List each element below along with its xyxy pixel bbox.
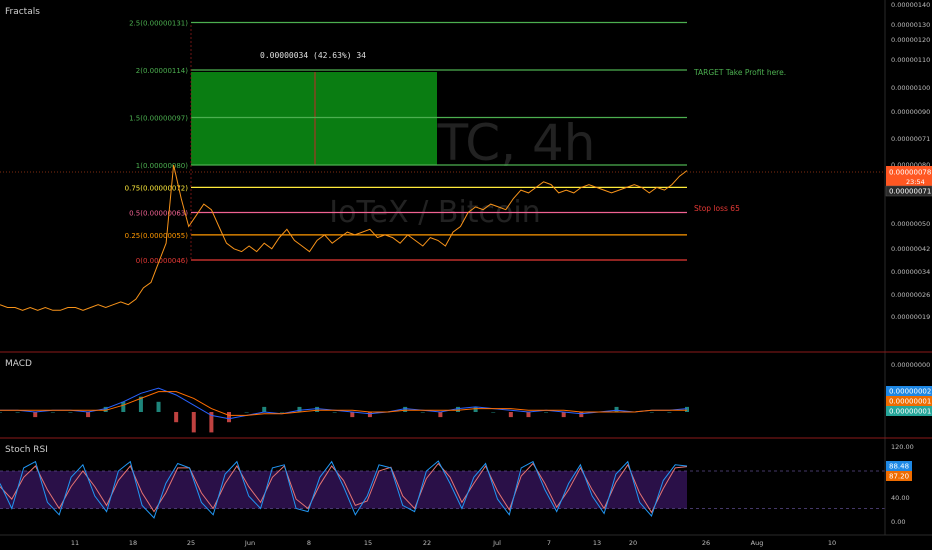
price-tick-label: 0.00000120 bbox=[891, 36, 930, 44]
last-price-tag: 0.00000078 bbox=[886, 166, 932, 177]
fib-level-label: 0.5(0.00000063) bbox=[129, 210, 188, 218]
macd-signal-tag: 0.00000001 bbox=[886, 396, 932, 406]
stop-loss-annotation: Stop loss 65 bbox=[694, 204, 740, 213]
macd-histogram-bar bbox=[244, 412, 249, 413]
fib-level-label: 1.5(0.00000097) bbox=[129, 115, 188, 123]
macd-histogram-tag: 0.00000001 bbox=[886, 406, 932, 416]
price-tick-label: 0.00000034 bbox=[891, 268, 930, 276]
macd-histogram-bar bbox=[315, 406, 320, 412]
fib-level-label: 1(0.00000080) bbox=[136, 162, 188, 170]
time-tick-label: Jun bbox=[244, 539, 255, 547]
panel-title-macd: MACD bbox=[5, 359, 32, 369]
price-tick-label: 0.00000110 bbox=[891, 56, 930, 64]
macd-histogram-bar bbox=[508, 412, 513, 418]
price-tick-label: 0.00000130 bbox=[891, 21, 930, 29]
macd-histogram-bar bbox=[262, 406, 267, 412]
rsi-tick-label: 120.00 bbox=[891, 443, 914, 451]
chart-canvas[interactable]: IOTXBTC, 4h IoTeX / Bitcoin Fractals MAC… bbox=[0, 0, 932, 550]
target-zone-box[interactable] bbox=[191, 72, 437, 165]
time-tick-label: 15 bbox=[364, 539, 372, 547]
panel-title-fractals: Fractals bbox=[5, 7, 40, 17]
macd-histogram-bar bbox=[297, 406, 302, 412]
time-tick-label: 26 bbox=[702, 539, 710, 547]
price-tick-label: 0.00000090 bbox=[891, 108, 930, 116]
macd-histogram-bar bbox=[491, 412, 496, 413]
price-tick-label: 0.00000042 bbox=[891, 245, 930, 253]
macd-histogram-bar bbox=[279, 412, 284, 413]
rsi-d-tag: 87.20 bbox=[886, 471, 912, 481]
macd-histogram-bar bbox=[191, 412, 196, 433]
macd-histogram-bar bbox=[544, 412, 549, 413]
svg-text:0.00000071: 0.00000071 bbox=[889, 188, 931, 196]
measure-annotation: 0.00000034 (42.63%) 34 bbox=[260, 51, 366, 60]
price-tick-label: 0.00000026 bbox=[891, 291, 930, 299]
time-tick-label: 13 bbox=[593, 539, 601, 547]
macd-histogram-bar bbox=[403, 406, 408, 412]
time-tick-label: 8 bbox=[307, 539, 311, 547]
rsi-tick-label: 40.00 bbox=[891, 494, 910, 502]
rsi-tick-label: 0.00 bbox=[891, 518, 905, 526]
price-tick-label: 0.00000071 bbox=[891, 135, 930, 143]
macd-histogram-bar bbox=[15, 412, 20, 413]
macd-histogram-bar bbox=[367, 412, 372, 418]
price-tick-label: 0.00000100 bbox=[891, 84, 930, 92]
time-tick-label: 11 bbox=[71, 539, 79, 547]
price-tick-label: 0.00000140 bbox=[891, 1, 930, 9]
time-tick-label: 22 bbox=[423, 539, 431, 547]
rsi-k-tag: 88.48 bbox=[886, 461, 912, 471]
time-tick-label: 20 bbox=[629, 539, 637, 547]
svg-text:87.20: 87.20 bbox=[889, 473, 909, 481]
time-tick-label: Aug bbox=[751, 539, 764, 547]
fib-level-label: 2.5(0.00000131) bbox=[129, 20, 188, 28]
macd-histogram-bar bbox=[86, 412, 91, 418]
macd-histogram-bar bbox=[649, 412, 654, 413]
countdown-tag: 23:54 bbox=[886, 177, 932, 186]
macd-tick-label: 0.00000000 bbox=[891, 361, 930, 369]
macd-histogram-bar bbox=[614, 406, 619, 412]
macd-histogram-bar bbox=[473, 406, 478, 412]
svg-text:23:54: 23:54 bbox=[906, 178, 925, 186]
macd-histogram-bar bbox=[174, 412, 179, 423]
macd-signal-line[interactable] bbox=[0, 391, 687, 416]
second-price-tag: 0.00000071 bbox=[885, 185, 932, 197]
macd-histogram-bar bbox=[561, 412, 566, 418]
macd-histogram-bar bbox=[685, 406, 689, 412]
macd-histogram-bar bbox=[667, 412, 672, 413]
fib-level-label: 0(0.00000046) bbox=[136, 257, 188, 265]
svg-text:0.00000001: 0.00000001 bbox=[889, 398, 931, 406]
rsi-band bbox=[0, 471, 687, 509]
macd-histogram-bar bbox=[438, 412, 443, 418]
time-tick-label: 18 bbox=[129, 539, 137, 547]
macd-histogram-bar bbox=[350, 412, 355, 418]
fib-level-label: 0.25(0.00000055) bbox=[125, 232, 189, 240]
time-tick-label: 7 bbox=[547, 539, 551, 547]
svg-text:0.00000001: 0.00000001 bbox=[889, 408, 931, 416]
macd-histogram-bar bbox=[0, 412, 2, 413]
macd-histogram-bar bbox=[156, 401, 161, 412]
svg-text:88.48: 88.48 bbox=[889, 463, 909, 471]
macd-histogram-bar bbox=[332, 412, 337, 413]
macd-histogram-bar bbox=[227, 412, 231, 423]
macd-value-tag: 0.00000002 bbox=[886, 386, 932, 396]
price-tick-label: 0.00000019 bbox=[891, 313, 930, 321]
time-tick-label: 25 bbox=[187, 539, 195, 547]
macd-histogram-bar bbox=[121, 401, 126, 412]
svg-text:0.00000078: 0.00000078 bbox=[889, 169, 931, 177]
macd-histogram-bar bbox=[420, 412, 425, 413]
macd-histogram-bar bbox=[50, 412, 55, 413]
price-tick-label: 0.00000050 bbox=[891, 220, 930, 228]
macd-histogram-bar bbox=[579, 412, 584, 418]
fib-level-label: 2(0.00000114) bbox=[136, 67, 188, 75]
time-tick-label: Jul bbox=[492, 539, 501, 547]
macd-histogram-bar bbox=[33, 412, 38, 418]
svg-text:0.00000002: 0.00000002 bbox=[889, 388, 931, 396]
macd-histogram-bar bbox=[456, 406, 460, 412]
time-tick-label: 10 bbox=[828, 539, 836, 547]
macd-histogram-bar bbox=[68, 412, 73, 413]
target-annotation: TARGET Take Profit here. bbox=[693, 68, 786, 77]
macd-line[interactable] bbox=[0, 387, 688, 420]
panel-title-stoch-rsi: Stoch RSI bbox=[5, 445, 48, 455]
macd-histogram-bar bbox=[526, 412, 531, 418]
